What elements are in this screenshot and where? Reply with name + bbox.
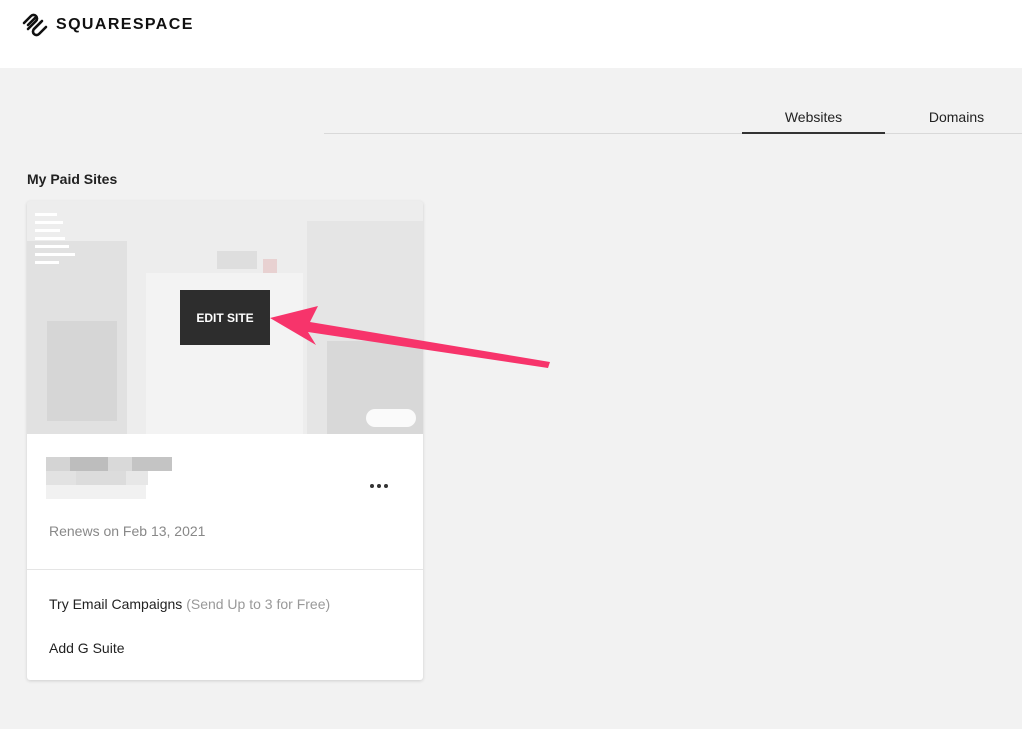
- top-header: SQUARESPACE: [0, 0, 1022, 68]
- active-tab-indicator: [742, 132, 885, 134]
- renewal-date: Renews on Feb 13, 2021: [49, 523, 206, 539]
- add-g-suite-link[interactable]: Add G Suite: [49, 640, 125, 656]
- site-name-pixelated: [46, 457, 176, 503]
- edit-site-button[interactable]: EDIT SITE: [180, 290, 270, 345]
- thumbnail-badge: [366, 409, 416, 427]
- tab-websites[interactable]: Websites: [742, 100, 885, 134]
- email-campaigns-note: (Send Up to 3 for Free): [186, 596, 331, 612]
- email-campaigns-label: Try Email Campaigns: [49, 596, 183, 612]
- logo-text: SQUARESPACE: [56, 16, 194, 33]
- more-dots-icon: [370, 484, 374, 488]
- squarespace-logo[interactable]: SQUARESPACE: [20, 12, 194, 38]
- card-divider: [27, 569, 423, 570]
- more-dot: [377, 484, 381, 488]
- site-card: EDIT SITE Renews on Feb 13, 2021 Try Ema…: [27, 201, 423, 680]
- tab-domains[interactable]: Domains: [885, 100, 1022, 134]
- annotation-arrow-icon: [270, 306, 550, 368]
- squarespace-logo-icon: [22, 13, 48, 37]
- try-email-campaigns-link[interactable]: Try Email Campaigns (Send Up to 3 for Fr…: [49, 596, 330, 612]
- more-options-button[interactable]: [366, 476, 392, 496]
- section-title: My Paid Sites: [27, 171, 118, 187]
- more-dot: [384, 484, 388, 488]
